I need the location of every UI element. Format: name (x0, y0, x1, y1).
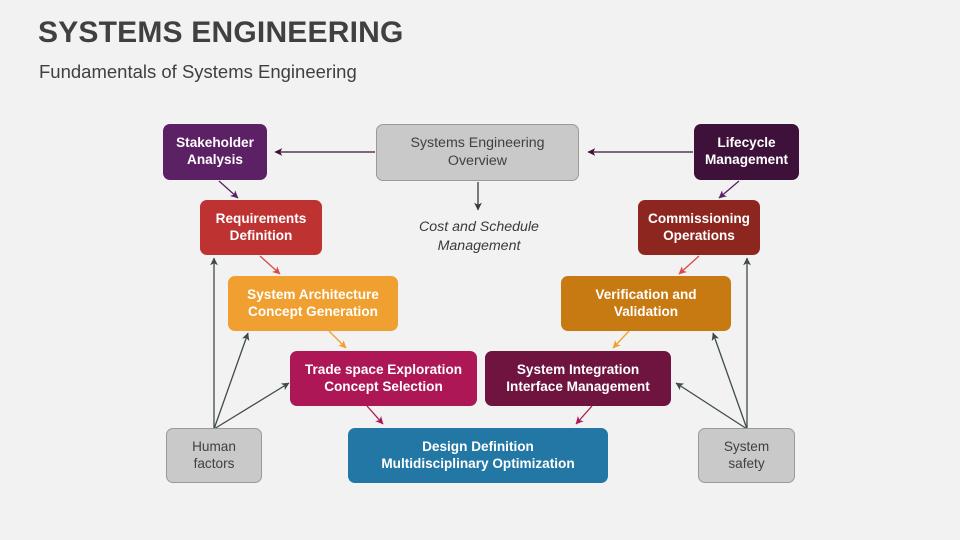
page-title: SYSTEMS ENGINEERING (38, 16, 404, 49)
node-requirements-definition[interactable]: Requirements Definition (200, 200, 322, 255)
node-label: Requirements Definition (215, 210, 307, 243)
node-commissioning-operations[interactable]: Commissioning Operations (638, 200, 760, 255)
node-label: Systems Engineering Overview (410, 135, 545, 169)
node-label: Human factors (192, 438, 236, 471)
cost-and-schedule-note: Cost and Schedule Management (419, 219, 539, 254)
edge-commissioning-to-verification (678, 255, 700, 275)
edge-lifecycle-to-commissioning (718, 180, 740, 199)
node-human-factors[interactable]: Human factors (166, 428, 262, 483)
edge-tradespace-to-design (366, 405, 384, 425)
edge-systemsafety-to-integration (675, 382, 748, 430)
node-design-definition[interactable]: Design Definition Multidisciplinary Opti… (348, 428, 608, 483)
node-label: Stakeholder Analysis (176, 135, 254, 167)
edge-humanfactors-to-tradespace (213, 382, 290, 430)
edge-integration-to-design (575, 405, 593, 425)
node-label: Design Definition Multidisciplinary Opti… (381, 438, 575, 471)
node-system-architecture[interactable]: System Architecture Concept Generation (228, 276, 398, 331)
node-label: Trade space Exploration Concept Selectio… (304, 361, 463, 394)
node-system-safety[interactable]: System safety (698, 428, 795, 483)
edge-humanfactors-to-architecture (213, 332, 250, 430)
node-label: Lifecycle Management (704, 135, 789, 167)
page-subtitle: Fundamentals of Systems Engineering (39, 61, 357, 82)
node-verification-validation[interactable]: Verification and Validation (561, 276, 731, 331)
edge-requirements-to-architecture (259, 255, 281, 275)
edge-architecture-to-tradespace (328, 330, 347, 349)
node-trade-space-exploration[interactable]: Trade space Exploration Concept Selectio… (290, 351, 477, 406)
node-stakeholder-analysis[interactable]: Stakeholder Analysis (163, 124, 267, 180)
edge-verification-to-integration (612, 330, 630, 349)
node-systems-engineering-overview[interactable]: Systems Engineering Overview (376, 124, 579, 181)
edge-stakeholder-to-requirements (218, 180, 239, 199)
slide-canvas: SYSTEMS ENGINEERING Fundamentals of Syst… (0, 0, 960, 540)
node-label: System Integration Interface Management (506, 361, 650, 394)
node-label: Verification and Validation (595, 286, 697, 319)
node-label: System safety (723, 438, 770, 471)
node-lifecycle-management[interactable]: Lifecycle Management (694, 124, 799, 180)
node-label: Commissioning Operations (648, 210, 750, 243)
node-label: System Architecture Concept Generation (247, 286, 379, 319)
node-system-integration[interactable]: System Integration Interface Management (485, 351, 671, 406)
edge-systemsafety-to-verification (711, 332, 748, 430)
